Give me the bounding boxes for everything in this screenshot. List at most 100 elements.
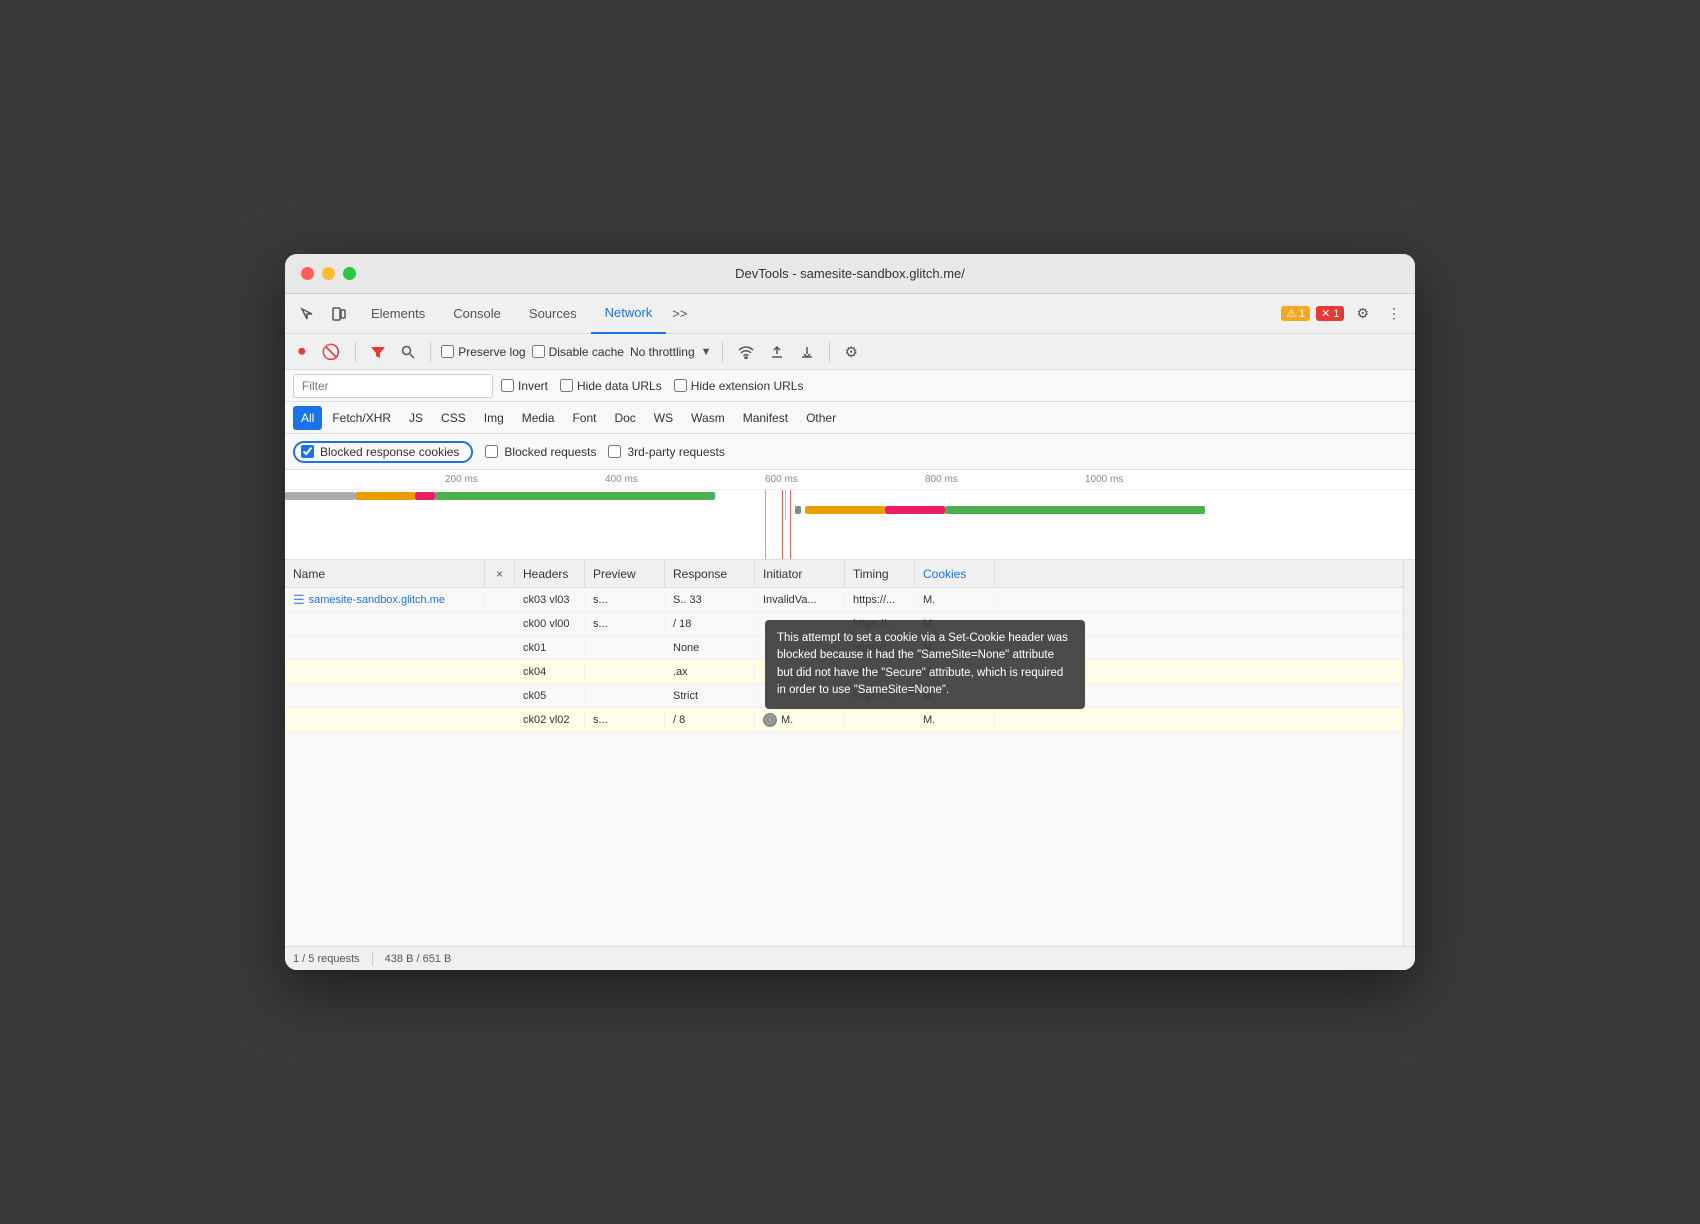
table-section: Name × Headers Preview Response Initiato…: [285, 560, 1415, 946]
cell-name-0: ☰ samesite-sandbox.glitch.me: [285, 592, 485, 608]
size-info: 438 B / 651 B: [385, 953, 452, 965]
record-button[interactable]: ⏺: [293, 340, 311, 363]
scrollbar[interactable]: [1403, 560, 1415, 946]
blocked-cookies-label[interactable]: Blocked response cookies: [293, 441, 473, 463]
type-img[interactable]: Img: [476, 406, 512, 430]
col-headers: Headers: [515, 560, 585, 587]
ruler-200ms: 200 ms: [445, 474, 478, 485]
hide-extension-urls-checkbox[interactable]: [674, 379, 687, 392]
ruler-1000ms: 1000 ms: [1085, 474, 1123, 485]
col-preview: Preview: [585, 560, 665, 587]
top-nav: Elements Console Sources Network >> ⚠1 ✕…: [285, 294, 1415, 334]
devtools-window: DevTools - samesite-sandbox.glitch.me/ E…: [285, 254, 1415, 970]
filter-checks: Invert Hide data URLs Hide extension URL…: [501, 379, 803, 393]
cell-ck-2: ck01: [515, 642, 585, 654]
type-doc[interactable]: Doc: [606, 406, 643, 430]
table-row[interactable]: ck02 vl02 s... / 8 ⓘ M. M.: [285, 708, 1403, 732]
toolbar-sep-4: [829, 342, 830, 362]
status-sep: [372, 952, 373, 966]
filter-icon[interactable]: [366, 342, 390, 362]
ruler-600ms: 600 ms: [765, 474, 798, 485]
hide-extension-urls-label[interactable]: Hide extension URLs: [674, 379, 804, 393]
more-options-icon[interactable]: ⋮: [1381, 301, 1407, 326]
hide-data-urls-label[interactable]: Hide data URLs: [560, 379, 662, 393]
nav-tabs: Elements Console Sources Network >>: [357, 294, 1277, 334]
type-all[interactable]: All: [293, 406, 322, 430]
cell-preview-0: s...: [585, 594, 665, 606]
type-other[interactable]: Other: [798, 406, 844, 430]
search-icon[interactable]: [396, 342, 420, 362]
table-header: Name × Headers Preview Response Initiato…: [285, 560, 1403, 588]
wifi-icon[interactable]: [733, 342, 759, 362]
preserve-log-label[interactable]: Preserve log: [441, 345, 525, 359]
cell-response-3: .ax: [665, 666, 755, 678]
cell-ck-3: ck04: [515, 666, 585, 678]
clear-button[interactable]: 🚫: [317, 340, 346, 364]
timeline-red-1: [782, 490, 783, 560]
cell-ck-4: ck05: [515, 690, 585, 702]
doc-icon: ☰: [293, 592, 305, 608]
type-media[interactable]: Media: [514, 406, 563, 430]
blocked-row: Blocked response cookies Blocked request…: [285, 434, 1415, 470]
type-font[interactable]: Font: [564, 406, 604, 430]
bar-green-2: [945, 506, 1205, 514]
type-fetch-xhr[interactable]: Fetch/XHR: [324, 406, 399, 430]
filter-input[interactable]: [293, 374, 493, 398]
close-button[interactable]: [301, 267, 314, 280]
preserve-log-checkbox[interactable]: [441, 345, 454, 358]
tab-console[interactable]: Console: [439, 294, 515, 334]
hide-data-urls-checkbox[interactable]: [560, 379, 573, 392]
network-toolbar: ⏺ 🚫 Preserve log Disable cache No thrott…: [285, 334, 1415, 370]
minimize-button[interactable]: [322, 267, 335, 280]
disable-cache-checkbox[interactable]: [532, 345, 545, 358]
type-filter-row: All Fetch/XHR JS CSS Img Media Font Doc …: [285, 402, 1415, 434]
nav-right: ⚠1 ✕1 ⚙ ⋮: [1281, 301, 1407, 326]
main-content: 200 ms 400 ms 600 ms 800 ms 1000 ms: [285, 470, 1415, 970]
bar-pink: [415, 492, 435, 500]
download-icon[interactable]: [795, 342, 819, 362]
title-bar: DevTools - samesite-sandbox.glitch.me/: [285, 254, 1415, 294]
blocked-cookies-text: Blocked response cookies: [320, 445, 459, 459]
bar-orange-2: [805, 506, 885, 514]
throttle-dropdown-icon[interactable]: ▼: [701, 346, 712, 358]
blocked-cookies-checkbox[interactable]: [301, 445, 314, 458]
settings-icon[interactable]: ⚙: [1350, 301, 1375, 326]
cell-cookies-5: M.: [915, 714, 995, 726]
invert-label[interactable]: Invert: [501, 379, 548, 393]
type-manifest[interactable]: Manifest: [735, 406, 796, 430]
status-bar: 1 / 5 requests 438 B / 651 B: [285, 946, 1415, 970]
more-tabs[interactable]: >>: [666, 302, 693, 325]
disable-cache-label[interactable]: Disable cache: [532, 345, 624, 359]
cell-initiator-5: ⓘ M.: [755, 713, 845, 727]
type-wasm[interactable]: Wasm: [683, 406, 733, 430]
cell-ck-1: ck00 vl00: [515, 618, 585, 630]
tab-network[interactable]: Network: [591, 294, 667, 334]
invert-checkbox[interactable]: [501, 379, 514, 392]
table-row[interactable]: ☰ samesite-sandbox.glitch.me ck03 vl03 s…: [285, 588, 1403, 612]
window-title: DevTools - samesite-sandbox.glitch.me/: [735, 266, 965, 281]
network-settings-icon[interactable]: ⚙: [840, 340, 863, 364]
cell-response-5: / 8: [665, 714, 755, 726]
inspect-icon[interactable]: [293, 302, 321, 326]
timeline-rulers: 200 ms 400 ms 600 ms 800 ms 1000 ms: [285, 470, 1415, 490]
throttle-value: No throttling: [630, 345, 695, 359]
timeline-red-2: [790, 490, 791, 560]
device-icon[interactable]: [325, 302, 353, 326]
maximize-button[interactable]: [343, 267, 356, 280]
tab-elements[interactable]: Elements: [357, 294, 439, 334]
third-party-label[interactable]: 3rd-party requests: [608, 445, 724, 459]
cell-preview-5: s...: [585, 714, 665, 726]
blocked-requests-label[interactable]: Blocked requests: [485, 445, 596, 459]
type-js[interactable]: JS: [401, 406, 431, 430]
upload-icon[interactable]: [765, 342, 789, 362]
third-party-checkbox[interactable]: [608, 445, 621, 458]
cell-cookies-0: M.: [915, 594, 995, 606]
cell-response-2: None: [665, 642, 755, 654]
info-icon: ⓘ: [763, 713, 777, 727]
type-css[interactable]: CSS: [433, 406, 474, 430]
type-ws[interactable]: WS: [646, 406, 681, 430]
col-x[interactable]: ×: [485, 560, 515, 587]
tab-sources[interactable]: Sources: [515, 294, 591, 334]
blocked-requests-checkbox[interactable]: [485, 445, 498, 458]
requests-count: 1 / 5 requests: [293, 953, 360, 965]
